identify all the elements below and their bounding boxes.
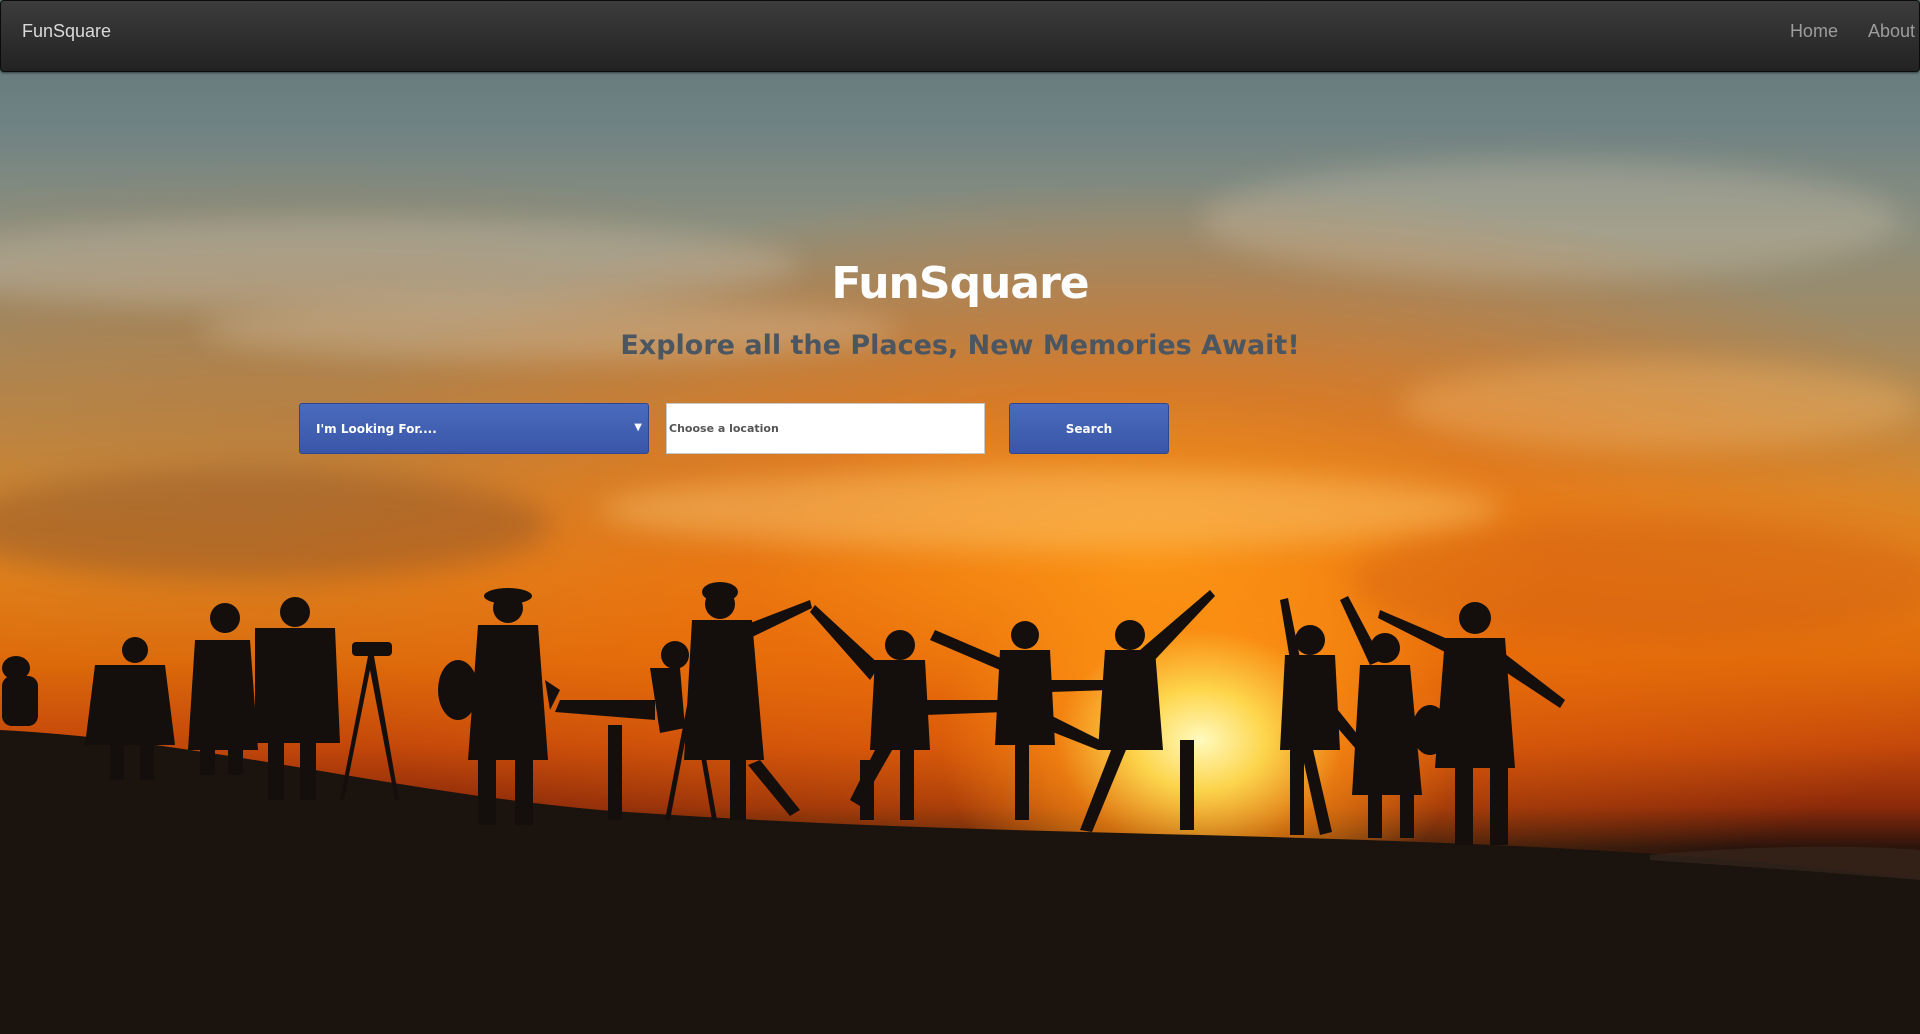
navbar-brand-link[interactable]: FunSquare (22, 21, 111, 42)
hero-title: FunSquare (831, 258, 1089, 309)
nav-link-about[interactable]: About (1838, 21, 1915, 42)
location-input[interactable] (666, 403, 985, 454)
navbar-links: Home About (1760, 21, 1915, 42)
category-select[interactable]: I'm Looking For.... ▼ (299, 403, 649, 454)
search-button[interactable]: Search (1009, 403, 1169, 454)
people-silhouettes-image (0, 582, 1920, 1034)
caret-down-icon: ▼ (634, 422, 642, 433)
page: FunSquare Home About FunSquare Explore a… (0, 0, 1920, 1034)
top-navbar: FunSquare Home About (0, 0, 1920, 72)
category-select-value: I'm Looking For.... (316, 421, 437, 436)
nav-link-home[interactable]: Home (1760, 21, 1838, 42)
search-form: I'm Looking For.... ▼ Search (0, 403, 1920, 454)
hero-subtitle: Explore all the Places, New Memories Awa… (620, 330, 1300, 361)
